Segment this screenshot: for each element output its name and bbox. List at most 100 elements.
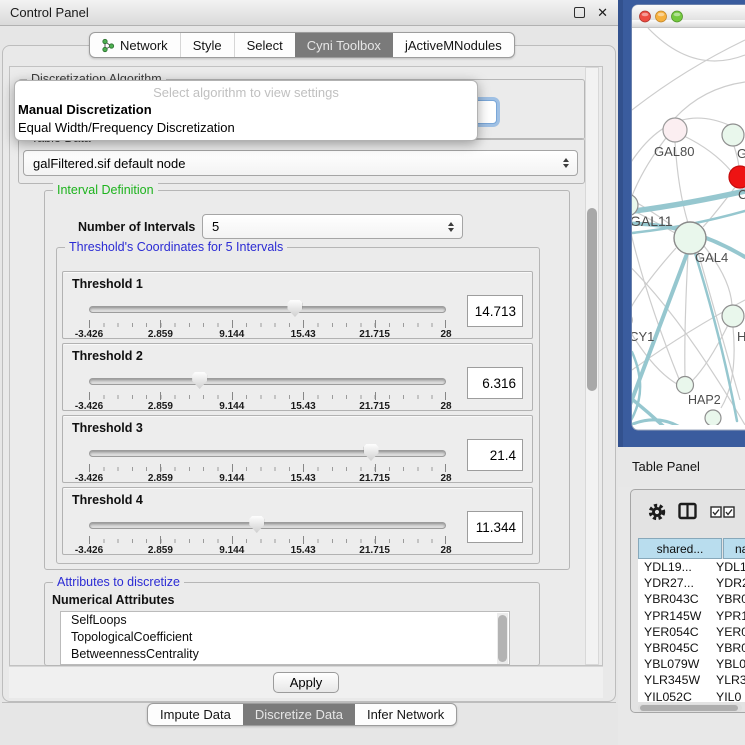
threshold-3-label: Threshold 3 — [72, 421, 143, 435]
apply-button[interactable]: Apply — [273, 672, 339, 693]
threshold-2-value-field[interactable]: 6.316 — [467, 367, 523, 399]
apply-bar: Apply — [9, 666, 603, 698]
slider-thumb[interactable] — [192, 372, 207, 389]
table-row[interactable]: YBL079WYBL0 — [638, 656, 745, 672]
tab-select-label: Select — [247, 38, 283, 53]
float-window-icon[interactable] — [574, 7, 585, 18]
slider-tick-labels: -3.4262.8599.14415.4321.71528 — [89, 329, 446, 341]
tab-discretize-data[interactable]: Discretize Data — [243, 704, 355, 725]
slider-thumb[interactable] — [364, 444, 379, 461]
table-settings-gear-icon[interactable] — [647, 502, 667, 522]
threshold-2-label: Threshold 2 — [72, 349, 143, 363]
algorithm-option-equal-width[interactable]: Equal Width/Frequency Discretization — [15, 119, 477, 137]
table-row[interactable]: YDR27...YDR2 — [638, 575, 745, 591]
slider-track[interactable] — [89, 450, 446, 457]
numerical-attributes-label: Numerical Attributes — [52, 593, 174, 607]
slider-thumb[interactable] — [287, 300, 302, 317]
threshold-3-slider[interactable]: -3.4262.8599.14415.4321.71528 — [89, 443, 446, 481]
node-selected-red[interactable] — [729, 166, 745, 188]
node-label-hap2: HAP2 — [688, 393, 721, 407]
threshold-4-value-field[interactable]: 11.344 — [467, 511, 523, 543]
slider-ticks — [89, 320, 446, 328]
table-horizontal-scrollbar[interactable] — [638, 704, 742, 712]
threshold-3-value-field[interactable]: 21.4 — [467, 439, 523, 471]
table-row[interactable]: YDL19...YDL1 — [638, 559, 745, 575]
tab-style[interactable]: Style — [180, 33, 234, 57]
combo-stepper-icon — [563, 158, 569, 168]
tab-network-label: Network — [120, 38, 168, 53]
tab-impute-data[interactable]: Impute Data — [148, 704, 243, 725]
threshold-4-slider[interactable]: -3.4262.8599.14415.4321.71528 — [89, 515, 446, 553]
number-of-intervals-value: 5 — [212, 219, 219, 234]
tab-discretize-data-label: Discretize Data — [255, 707, 343, 722]
number-of-intervals-combo[interactable]: 5 — [202, 214, 463, 239]
panel-scrollbar-thumb[interactable] — [587, 208, 597, 391]
table-data-combo[interactable]: galFiltered.sif default node — [23, 150, 578, 176]
table-row[interactable]: YBR045CYBR0 — [638, 640, 745, 656]
table-horizontal-scrollbar-thumb[interactable] — [640, 705, 738, 711]
tab-cyni-toolbox-label: Cyni Toolbox — [307, 38, 381, 53]
top-tab-strip: Network Style Select Cyni Toolbox jActiv… — [89, 32, 515, 58]
table-row[interactable]: YER054CYER0 — [638, 624, 745, 640]
node-top-right[interactable] — [722, 124, 744, 146]
network-view-window: GAL80 G C GAL11 GAL4 GCY1 H HAP2 — [618, 0, 745, 447]
slider-tick-labels: -3.4262.8599.14415.4321.71528 — [89, 473, 446, 485]
table-row[interactable]: YLR345WYLR3 — [638, 672, 745, 688]
slider-tick-labels: -3.4262.8599.14415.4321.71528 — [89, 401, 446, 413]
table-row[interactable]: YPR145WYPR1 — [638, 608, 745, 624]
column-view-icon[interactable] — [678, 502, 697, 520]
node-right-h[interactable] — [722, 305, 744, 327]
list-item-topologicalcoefficient[interactable]: TopologicalCoefficient — [61, 629, 509, 646]
node-label-g-cut: G — [737, 146, 745, 161]
threshold-1-slider[interactable]: -3.4262.8599.14415.4321.71528 — [89, 299, 446, 337]
close-icon[interactable]: ✕ — [597, 7, 608, 18]
table-panel-box: shared... na YDL19...YDL1 YDR27...YDR2 Y… — [630, 489, 745, 713]
threshold-4-label: Threshold 4 — [72, 493, 143, 507]
bottom-tab-strip: Impute Data Discretize Data Infer Networ… — [147, 703, 457, 726]
tab-jactivemnodules-label: jActiveMNodules — [405, 38, 502, 53]
threshold-1-value-field[interactable]: 14.713 — [467, 295, 523, 327]
list-scrollbar[interactable] — [497, 613, 508, 664]
tab-impute-data-label: Impute Data — [160, 707, 231, 722]
mac-close-button[interactable] — [640, 11, 651, 22]
threshold-2-slider[interactable]: -3.4262.8599.14415.4321.71528 — [89, 371, 446, 409]
tab-select[interactable]: Select — [234, 33, 295, 57]
node-hap2[interactable] — [677, 377, 694, 394]
tab-jactivemnodules[interactable]: jActiveMNodules — [393, 33, 514, 57]
algorithm-option-manual[interactable]: Manual Discretization — [15, 101, 477, 119]
slider-ticks — [89, 536, 446, 544]
tab-network[interactable]: Network — [90, 33, 180, 57]
tab-infer-network-label: Infer Network — [367, 707, 444, 722]
threshold-1-panel: Threshold 1 -3.4262.8599.14415.4321.7152… — [62, 271, 533, 339]
mac-minimize-button[interactable] — [656, 11, 667, 22]
cytoscape-workspace: Control Panel ✕ Network Style — [0, 0, 745, 745]
tab-cyni-toolbox[interactable]: Cyni Toolbox — [295, 33, 393, 57]
table-panel-title: Table Panel — [632, 459, 700, 474]
slider-track[interactable] — [89, 522, 446, 529]
slider-tick-labels: -3.4262.8599.14415.4321.71528 — [89, 545, 446, 557]
column-header-shared-name[interactable]: shared... — [638, 538, 722, 559]
threshold-4-panel: Threshold 4 -3.4262.8599.14415.4321.7152… — [62, 487, 533, 555]
node-gal80[interactable] — [663, 118, 687, 142]
column-header-name[interactable]: na — [723, 538, 745, 559]
node-bottom[interactable] — [705, 410, 721, 426]
panel-scrollbar[interactable] — [585, 67, 599, 665]
tab-style-label: Style — [193, 38, 222, 53]
list-scrollbar-thumb[interactable] — [498, 615, 507, 662]
list-item-selfloops[interactable]: SelfLoops — [61, 612, 509, 629]
right-side-panels: GAL80 G C GAL11 GAL4 GCY1 H HAP2 Table P… — [618, 0, 745, 745]
tab-infer-network[interactable]: Infer Network — [355, 704, 456, 725]
slider-track[interactable] — [89, 378, 446, 385]
table-row[interactable]: YBR043CYBR0 — [638, 591, 745, 607]
slider-ticks — [89, 464, 446, 472]
checkbox-filter-icon-1[interactable] — [710, 506, 722, 518]
node-label-gal80: GAL80 — [654, 144, 694, 159]
node-label-h-cut: H — [737, 329, 745, 344]
mac-zoom-button[interactable] — [672, 11, 683, 22]
slider-thumb[interactable] — [249, 516, 264, 533]
control-panel: Control Panel ✕ Network Style — [0, 0, 618, 745]
slider-track[interactable] — [89, 306, 446, 313]
table-row[interactable]: YIL052CYIL0 — [638, 689, 745, 703]
checkbox-filter-icon-2[interactable] — [723, 506, 735, 518]
list-item-betweennesscentrality[interactable]: BetweennessCentrality — [61, 646, 509, 663]
